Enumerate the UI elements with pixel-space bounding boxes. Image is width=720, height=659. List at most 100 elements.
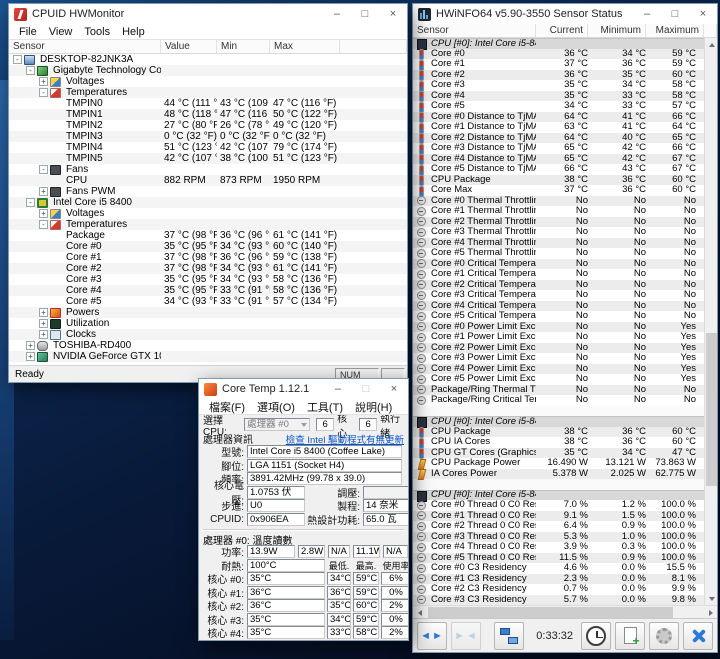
minimize-button[interactable]: – [324,379,352,399]
sensor-row[interactable]: +Powers [9,307,407,318]
sensor-row[interactable]: TMPIN451 °C (123 °F)42 °C (107 °F)79 °C … [9,142,407,153]
column-sensor[interactable]: Sensor [413,24,536,37]
sensor-group-header[interactable]: CPU [#0]: Intel Core i5-8400: DTS [413,38,704,49]
sensor-row[interactable]: Core #036 °C34 °C59 °C [413,49,704,60]
close-button[interactable]: × [689,4,717,24]
sensor-row[interactable]: Core #5 Thermal ThrottlingNoNoNo [413,248,704,259]
sensor-row[interactable]: Core #4 Critical TemperatureNoNoNo [413,301,704,312]
sensor-row[interactable]: Core #3 Critical TemperatureNoNoNo [413,290,704,301]
menu-item[interactable]: File [13,26,43,38]
intel-driver-update-link[interactable]: 檢查 Intel 驅動程式有無更新 [286,432,404,446]
menu-item[interactable]: View [43,26,79,38]
sensor-row[interactable]: CPU Package Power16.490 W13.121 W73.863 … [413,458,704,469]
sensor-row[interactable]: Core #2 Critical TemperatureNoNoNo [413,280,704,291]
sensor-row[interactable]: Core Max37 °C36 °C60 °C [413,185,704,196]
tree-expand-toggle[interactable]: + [39,187,48,196]
sensor-row[interactable]: +Utilization [9,318,407,329]
sensor-row[interactable]: TMPIN148 °C (118 °F)47 °C (116 °F)50 °C … [9,109,407,120]
sensor-row[interactable]: -Temperatures [9,219,407,230]
sensor-row[interactable]: Core #2 Thermal ThrottlingNoNoNo [413,217,704,228]
sensor-row[interactable]: Core #1 Thermal ThrottlingNoNoNo [413,206,704,217]
sensor-row[interactable]: -Temperatures [9,87,407,98]
sensor-row[interactable]: Core #0 Critical TemperatureNoNoNo [413,259,704,270]
column-max[interactable]: Max [270,40,340,53]
tree-expand-toggle[interactable]: + [39,319,48,328]
sensor-row[interactable]: Core #435 °C (95 °F)33 °C (91 °F)58 °C (… [9,285,407,296]
sensor-row[interactable]: +Voltages [9,76,407,87]
cpu-combo[interactable]: 處理器 #0 [244,418,310,431]
menu-item[interactable]: Help [116,26,151,38]
add-report-button[interactable] [615,622,645,650]
sensor-row[interactable]: Core #137 °C (98 °F)36 °C (96 °F)59 °C (… [9,252,407,263]
sensor-row[interactable]: CPU Package38 °C36 °C60 °C [413,427,704,438]
sensor-row[interactable]: TMPIN542 °C (107 °F)38 °C (100 °F)51 °C … [9,153,407,164]
sensor-row[interactable]: Core #1 Critical TemperatureNoNoNo [413,269,704,280]
sensor-row[interactable]: Core #0 Distance to TjMAX64 °C41 °C66 °C [413,112,704,123]
menu-item[interactable]: 工具(T) [301,399,349,415]
scrollbar-thumb[interactable] [428,607,673,618]
sensor-row[interactable]: Core #4 Power Limit ExceededNoNoYes [413,364,704,375]
sensor-row[interactable]: Core #035 °C (95 °F)34 °C (93 °F)60 °C (… [9,241,407,252]
tree-expand-toggle[interactable]: - [39,88,48,97]
sensor-row[interactable]: TMPIN227 °C (80 °F)26 °C (78 °F)49 °C (1… [9,120,407,131]
sensor-row[interactable]: +Clocks [9,329,407,340]
scrollbar-thumb[interactable] [706,333,717,486]
tree-expand-toggle[interactable]: - [26,66,35,75]
sensor-row[interactable]: Core #4 Distance to TjMAX65 °C42 °C67 °C [413,154,704,165]
sensor-row[interactable]: CPU882 RPM873 RPM1950 RPM [9,175,407,186]
tree-expand-toggle[interactable]: + [39,209,48,218]
tree-expand-toggle[interactable]: + [26,352,35,361]
sensor-row[interactable]: Core #1 Distance to TjMAX63 °C41 °C64 °C [413,122,704,133]
column-minimum[interactable]: Minimum [588,24,646,37]
sensor-row[interactable]: Core #3 Thermal ThrottlingNoNoNo [413,227,704,238]
vertical-scrollbar[interactable] [704,38,717,605]
maximize-button[interactable]: □ [661,4,689,24]
clock-button[interactable] [581,622,611,650]
hwmonitor-sensor-tree[interactable]: -DESKTOP-82JNK3A-Gigabyte Technology Co.… [9,54,407,365]
sensor-row[interactable]: Core #1 C3 Residency2.3 %0.0 %8.1 % [413,574,704,585]
column-sensor[interactable]: Sensor [9,40,161,53]
sensor-row[interactable]: -Gigabyte Technology Co. L... [9,65,407,76]
tree-expand-toggle[interactable]: + [39,77,48,86]
sensor-row[interactable]: Core #0 Thread 0 C0 Residency7.0 %1.2 %1… [413,500,704,511]
menu-item[interactable]: 說明(H) [349,399,398,415]
sensor-row[interactable]: Core #2 Thread 0 C0 Residency6.4 %0.9 %1… [413,521,704,532]
close-button[interactable]: × [380,379,408,399]
sensor-row[interactable]: Core #534 °C33 °C57 °C [413,101,704,112]
sensor-row[interactable]: -Intel Core i5 8400 [9,197,407,208]
sensor-row[interactable]: Package/Ring Thermal ThrottlingNoNoNo [413,385,704,396]
sensor-row[interactable]: Core #0 C3 Residency4.6 %0.0 %15.5 % [413,563,704,574]
minimize-button[interactable]: – [323,4,351,24]
scroll-left-icon[interactable] [413,606,426,619]
sensor-group-header[interactable]: CPU [#0]: Intel Core i5-8400: Enh... [413,416,704,427]
close-button[interactable]: × [379,4,407,24]
sensor-row[interactable]: Core #335 °C (95 °F)34 °C (93 °F)58 °C (… [9,274,407,285]
sensor-row[interactable]: Core #435 °C33 °C58 °C [413,91,704,102]
sensor-nav-button[interactable]: ◄► [417,622,447,650]
hwinfo-titlebar[interactable]: HWiNFO64 v5.90-3550 Sensor Status – □ × [413,4,717,24]
sensor-row[interactable]: Package37 °C (98 °F)36 °C (96 °F)61 °C (… [9,230,407,241]
sensor-row[interactable]: Core #2 Power Limit ExceededNoNoYes [413,343,704,354]
sensor-row[interactable]: Core #5 Distance to TjMAX66 °C43 °C67 °C [413,164,704,175]
coretemp-titlebar[interactable]: Core Temp 1.12.1 – □ × [199,379,408,399]
sensor-row[interactable]: Core #0 Power Limit ExceededNoNoYes [413,322,704,333]
sensor-row[interactable]: Core #5 Power Limit ExceededNoNoYes [413,374,704,385]
sensor-row[interactable]: Core #2 C3 Residency0.7 %0.0 %9.9 % [413,584,704,595]
menu-item[interactable]: Tools [78,26,116,38]
sensor-row[interactable]: Core #1 Power Limit ExceededNoNoYes [413,332,704,343]
sensor-row[interactable]: Core #4 Thread 0 C0 Residency3.9 %0.3 %1… [413,542,704,553]
sensor-row[interactable]: Core #0 Thermal ThrottlingNoNoNo [413,196,704,207]
tree-expand-toggle[interactable]: - [39,220,48,229]
sensor-row[interactable]: Core #3 Power Limit ExceededNoNoYes [413,353,704,364]
remote-monitoring-button[interactable] [494,622,524,650]
sensor-row[interactable]: Core #4 Thermal ThrottlingNoNoNo [413,238,704,249]
settings-button[interactable] [649,622,679,650]
scroll-down-icon[interactable] [705,592,717,605]
sensor-row[interactable]: TMPIN30 °C (32 °F)0 °C (32 °F)0 °C (32 °… [9,131,407,142]
maximize-button[interactable]: □ [351,4,379,24]
sensor-row[interactable]: IA Cores Power5.378 W2.025 W62.775 W [413,469,704,480]
tree-expand-toggle[interactable]: + [39,330,48,339]
tree-expand-toggle[interactable]: + [26,341,35,350]
column-maximum[interactable]: Maximum [646,24,704,37]
tree-expand-toggle[interactable]: - [26,198,35,207]
